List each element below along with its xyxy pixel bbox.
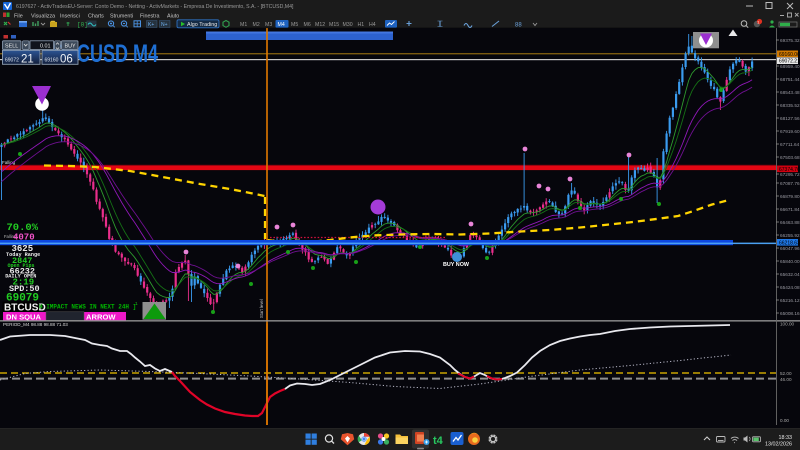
svg-text:Visualizza: Visualizza xyxy=(31,13,55,19)
svg-text:66671.84: 66671.84 xyxy=(780,207,800,212)
svg-text:69375.32: 69375.32 xyxy=(780,38,800,43)
svg-text:Strumenti: Strumenti xyxy=(110,13,133,19)
svg-text:21: 21 xyxy=(21,54,34,66)
svg-text:65840.00: 65840.00 xyxy=(780,259,800,264)
svg-text:65216.12: 65216.12 xyxy=(780,298,800,303)
svg-text:88: 88 xyxy=(515,23,522,29)
svg-text:H IMPACT NEWS IN NEXT 24H ]: H IMPACT NEWS IN NEXT 24H ] xyxy=(39,304,136,311)
svg-text:[0]: [0] xyxy=(77,22,88,29)
svg-text:t4: t4 xyxy=(433,435,444,447)
svg-text:H1: H1 xyxy=(358,22,365,28)
svg-text:52.00: 52.00 xyxy=(780,371,792,376)
svg-text:M2: M2 xyxy=(253,22,260,28)
svg-text:100.00: 100.00 xyxy=(780,322,794,327)
svg-text:File: File xyxy=(14,13,23,19)
svg-text:Algo Trading: Algo Trading xyxy=(187,22,217,28)
svg-text:Falling: Falling xyxy=(2,160,16,165)
svg-text:66255.92: 66255.92 xyxy=(780,233,800,238)
svg-text:Finestra: Finestra xyxy=(140,13,159,19)
svg-text:0.00: 0.00 xyxy=(780,418,789,423)
svg-text:65008.16: 65008.16 xyxy=(780,311,800,316)
svg-text:18:33: 18:33 xyxy=(779,435,793,441)
svg-text:SELL: SELL xyxy=(5,43,18,49)
svg-text:66463.88: 66463.88 xyxy=(780,220,800,225)
svg-text:66879.80: 66879.80 xyxy=(780,194,800,199)
svg-text:68751.44: 68751.44 xyxy=(780,77,800,82)
svg-text:67087.76: 67087.76 xyxy=(780,181,800,186)
svg-text:M4: M4 xyxy=(278,22,285,28)
svg-text:68127.56: 68127.56 xyxy=(780,116,800,121)
svg-text:06: 06 xyxy=(60,54,73,66)
svg-text:ARROW: ARROW xyxy=(86,312,116,321)
svg-text:69160.06: 69160.06 xyxy=(779,52,800,58)
svg-text:BUY NOW: BUY NOW xyxy=(443,262,470,268)
svg-text:BUY: BUY xyxy=(65,43,76,49)
svg-text:M1: M1 xyxy=(240,22,247,28)
svg-text:0.01: 0.01 xyxy=(40,43,51,49)
svg-text:66218.63: 66218.63 xyxy=(779,240,800,246)
svg-text:69072: 69072 xyxy=(5,58,19,64)
svg-text:M15: M15 xyxy=(329,22,339,28)
svg-text:46.00: 46.00 xyxy=(780,377,792,382)
svg-text:M5: M5 xyxy=(291,22,298,28)
svg-text:67711.64: 67711.64 xyxy=(780,142,800,147)
svg-text:DN SQUA: DN SQUA xyxy=(6,312,42,321)
svg-text:Inserisci: Inserisci xyxy=(60,13,80,19)
svg-text:65424.08: 65424.08 xyxy=(780,285,800,290)
svg-text:66047.96: 66047.96 xyxy=(780,246,800,251)
svg-text:M12: M12 xyxy=(315,22,325,28)
svg-text:PERIOD_M4 98.88 98.88 71.03: PERIOD_M4 98.88 98.88 71.03 xyxy=(3,322,68,327)
svg-text:65632.04: 65632.04 xyxy=(780,272,800,277)
svg-text:N+: N+ xyxy=(161,22,168,28)
svg-text:M3: M3 xyxy=(265,22,272,28)
svg-text:68335.52: 68335.52 xyxy=(780,103,800,108)
svg-text:67919.60: 67919.60 xyxy=(780,129,800,134)
svg-text:67503.68: 67503.68 xyxy=(780,155,800,160)
svg-text:Aiuto: Aiuto xyxy=(167,13,179,19)
svg-text:Charts: Charts xyxy=(88,13,104,19)
svg-text:K+: K+ xyxy=(148,22,154,28)
svg-text:67374.76: 67374.76 xyxy=(779,167,800,173)
svg-text:69160: 69160 xyxy=(45,58,59,64)
svg-text:13/02/2026: 13/02/2026 xyxy=(765,442,792,448)
svg-text:Start level: Start level xyxy=(259,299,264,318)
svg-text:H4: H4 xyxy=(369,22,376,28)
svg-text:69072.21: 69072.21 xyxy=(779,59,800,65)
svg-text:6197627 - ActivTradesEU-Server: 6197627 - ActivTradesEU-Server: Conto De… xyxy=(16,4,294,10)
svg-text:68543.48: 68543.48 xyxy=(780,90,800,95)
svg-text:M30: M30 xyxy=(343,22,353,28)
svg-text:M6: M6 xyxy=(304,22,311,28)
